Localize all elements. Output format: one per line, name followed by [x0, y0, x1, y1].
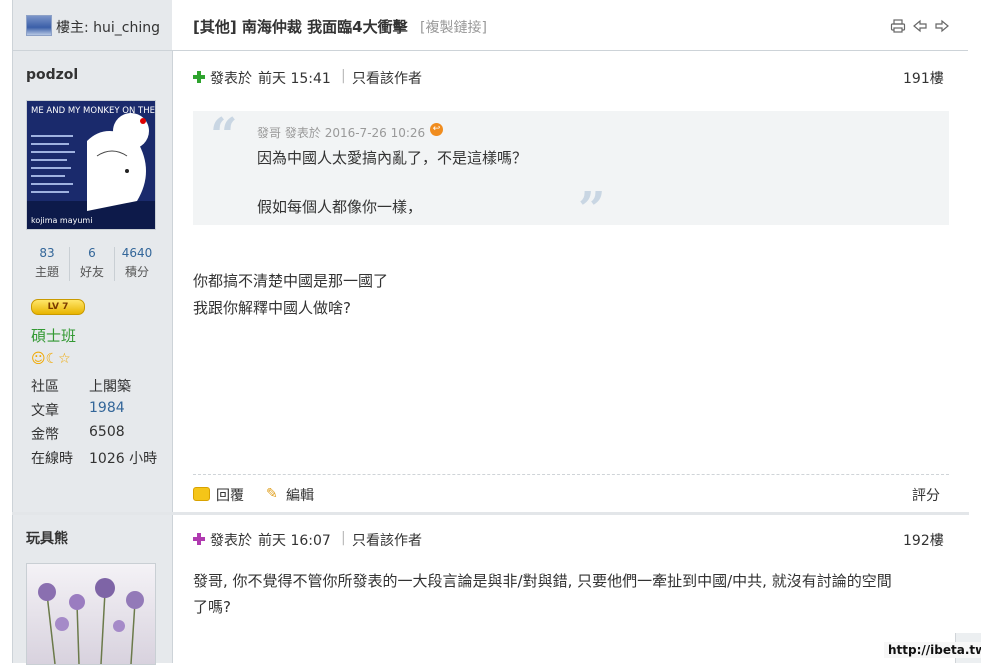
rate-button[interactable]: 評分: [912, 485, 940, 505]
stat-value: 4640: [121, 246, 153, 260]
jump-to-quote-icon[interactable]: ↩: [430, 123, 443, 136]
pencil-icon[interactable]: ✎: [266, 486, 278, 502]
thread-owner-label[interactable]: 樓主: hui_ching: [56, 17, 160, 37]
info-value[interactable]: 1984: [89, 400, 125, 416]
info-value: 上閣築: [89, 379, 131, 395]
only-author-link[interactable]: 只看該作者: [352, 68, 422, 88]
stat-points[interactable]: 4640 積分: [115, 244, 159, 284]
post-time-prefix: 發表於: [210, 71, 252, 87]
post-footer-divider: [193, 474, 949, 475]
post-body-line: 發哥, 你不覺得不管你所發表的一大段言論是與非/對與錯, 只要他們一牽扯到中國/…: [193, 572, 892, 590]
post-time: 前天 16:07: [258, 533, 331, 549]
quote-header: 發哥 發表於 2016-7-26 10:26: [257, 124, 425, 141]
stat-value: 6: [88, 246, 96, 260]
owner-avatar[interactable]: [26, 15, 52, 36]
post-body-line: 我跟你解釋中國人做啥?: [193, 299, 351, 317]
medal-list: ☺☾☆: [31, 351, 71, 367]
post-time: 前天 15:41: [258, 71, 331, 87]
avatar-caption-text: kojima mayumi: [31, 216, 92, 225]
info-label: 社區: [31, 379, 59, 395]
quote-author: 發哥: [257, 126, 282, 140]
post-time-prefix: 發表於: [210, 533, 252, 549]
quote-time-prefix: 發表於: [284, 126, 321, 140]
meta-separator: |: [341, 68, 346, 84]
quote-line: 因為中國人太愛搞內亂了，不是這樣嗎？: [257, 149, 528, 167]
post-author-name[interactable]: podzol: [26, 67, 78, 83]
copy-link-button[interactable]: [複製鏈接]: [420, 17, 487, 37]
next-thread-icon[interactable]: [934, 19, 950, 33]
open-quote-icon: “: [210, 108, 238, 164]
post-separator: [12, 512, 969, 515]
quote-time: 2016-7-26 10:26: [324, 126, 426, 140]
stat-label: 主題: [34, 265, 59, 279]
avatar[interactable]: ME AND MY MONKEY ON THE MOON kojima mayu…: [26, 100, 156, 230]
avatar[interactable]: [26, 563, 156, 665]
floor-number[interactable]: 192樓: [903, 530, 944, 550]
moon-medal-icon[interactable]: ☾: [46, 351, 59, 367]
post-body-line: 了嗎?: [193, 598, 231, 616]
stat-topics[interactable]: 83 主題: [25, 244, 69, 284]
print-icon[interactable]: [890, 19, 906, 33]
user-stats: 83 主題 6 好友 4640 積分: [25, 244, 159, 284]
user-rank[interactable]: 碩士班: [31, 325, 76, 346]
close-quote-icon: ”: [578, 182, 606, 238]
stat-friends[interactable]: 6 好友: [70, 244, 114, 284]
only-author-link[interactable]: 只看該作者: [352, 530, 422, 550]
online-status-icon: [193, 533, 205, 545]
quote-line: 假如每個人都像你一樣，: [257, 198, 423, 216]
reply-button[interactable]: 回覆: [216, 485, 244, 505]
prev-thread-icon[interactable]: [912, 19, 928, 33]
stat-label: 好友: [79, 265, 104, 279]
edit-button[interactable]: 編輯: [286, 485, 314, 505]
avatar-title-text: ME AND MY MONKEY ON THE MOON: [31, 106, 155, 116]
stat-label: 積分: [124, 265, 149, 279]
star-medal-icon[interactable]: ☆: [58, 351, 71, 367]
info-value: 6508: [89, 424, 125, 440]
floor-number[interactable]: 191樓: [903, 68, 944, 88]
thread-title: [其他] 南海仲裁 我面臨4大衝擊: [193, 18, 408, 36]
post-body-line: 你都搞不清楚中國是那一國了: [193, 272, 389, 290]
reply-icon[interactable]: [193, 487, 210, 501]
site-watermark: http://ibeta.tw: [884, 642, 981, 658]
stat-value: 83: [39, 246, 55, 260]
online-status-icon: [193, 71, 205, 83]
info-label: 文章: [31, 403, 59, 419]
post-author-name[interactable]: 玩具熊: [26, 528, 68, 548]
info-label: 在線時: [31, 451, 73, 467]
info-value: 1026 小時: [89, 451, 158, 467]
smile-medal-icon[interactable]: ☺: [31, 351, 46, 367]
level-badge: LV 7: [31, 299, 85, 315]
info-label: 金幣: [31, 427, 59, 443]
meta-separator: |: [341, 530, 346, 546]
